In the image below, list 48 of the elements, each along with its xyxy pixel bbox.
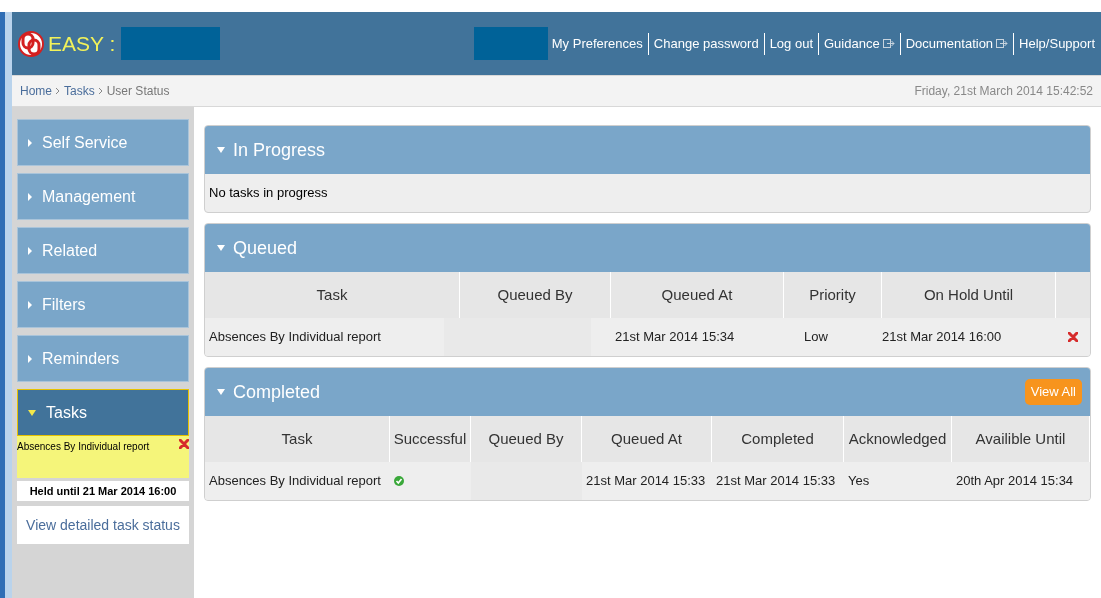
triangle-right-icon xyxy=(28,192,32,201)
panel-message: No tasks in progress xyxy=(208,184,329,203)
sidebar-item[interactable]: Self Service xyxy=(17,119,189,166)
sidebar-item[interactable]: Reminders xyxy=(17,335,189,382)
header-link[interactable]: Guidance xyxy=(824,33,895,54)
triangle-right-icon xyxy=(28,246,32,255)
sidebar-item[interactable]: Tasks xyxy=(17,389,189,436)
sidebar-item[interactable]: Management xyxy=(17,173,189,220)
table-cell-text: 21st Mar 2014 16:00 xyxy=(882,328,1003,347)
chevron-icon xyxy=(98,88,103,94)
app-title: EASY : xyxy=(48,30,116,57)
triangle-down-icon xyxy=(217,389,225,395)
panel-header[interactable]: Queued xyxy=(205,224,1090,272)
task-status-link[interactable]: View detailed task status xyxy=(17,506,189,544)
breadcrumb-current: User Status xyxy=(106,83,170,100)
triangle-down-icon xyxy=(28,409,36,416)
task-link[interactable]: Absences By Individual report xyxy=(205,462,390,500)
task-name: Absences By Individual report xyxy=(17,440,150,454)
table-cell-text: Low xyxy=(803,328,829,347)
header-link[interactable]: My Preferences xyxy=(551,33,643,54)
panel-header[interactable]: In Progress xyxy=(205,126,1090,174)
task-status: Held until 21 Mar 2014 16:00 xyxy=(17,481,189,501)
triangle-right-icon xyxy=(28,138,32,147)
table-cell-text: 21st Mar 2014 15:34 xyxy=(614,328,736,347)
date-time: Friday, 21st March 2014 15:42:52 xyxy=(914,83,1093,100)
table-cell-text: Yes xyxy=(847,472,871,491)
triangle-right-icon xyxy=(28,300,32,309)
panel-header[interactable]: Completed View All xyxy=(205,368,1090,416)
header-link[interactable]: Documentation xyxy=(905,33,1009,54)
sidebar-item[interactable]: Filters xyxy=(17,281,189,328)
triangle-right-icon xyxy=(28,354,32,363)
header-link[interactable]: Change password xyxy=(653,33,759,54)
header-link[interactable]: Log out xyxy=(769,33,813,54)
external-link-icon xyxy=(882,38,895,49)
delete-icon xyxy=(179,439,189,449)
triangle-down-icon xyxy=(217,147,225,153)
breadcrumb-link[interactable]: Home xyxy=(20,82,52,100)
chevron-icon xyxy=(56,88,60,94)
table-cell-text: 20th Apr 2014 15:34 xyxy=(955,472,1075,491)
table-cell-text: 21st Mar 2014 15:33 xyxy=(585,472,707,491)
breadcrumb-link[interactable]: Tasks xyxy=(64,82,95,100)
table-cell-text: Absences By Individual report xyxy=(208,328,382,347)
triangle-down-icon xyxy=(217,245,225,251)
external-link-icon xyxy=(996,38,1009,49)
table-cell-text: 21st Mar 2014 15:33 xyxy=(715,472,837,491)
header-link[interactable]: Help/Support xyxy=(1019,33,1095,54)
delete-icon xyxy=(1068,332,1078,342)
sidebar-item[interactable]: Related xyxy=(17,227,189,274)
